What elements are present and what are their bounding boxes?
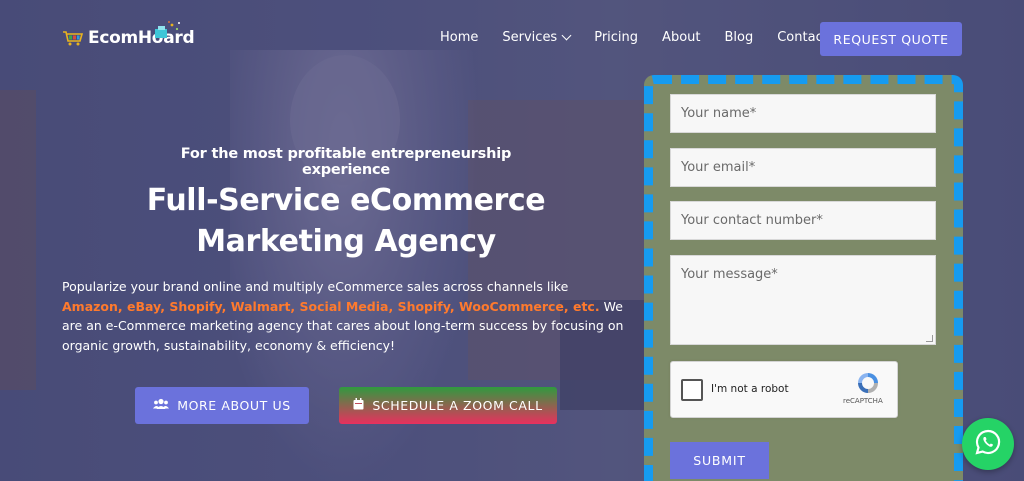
recaptcha-label: I'm not a robot xyxy=(711,383,789,395)
recaptcha-checkbox[interactable] xyxy=(681,379,703,401)
hero-headline: Full-Service eCommerce Marketing Agency xyxy=(120,180,572,262)
recaptcha-brand: reCAPTCHA xyxy=(843,397,883,405)
recaptcha-logo-icon xyxy=(855,370,881,396)
nav-item-services[interactable]: Services xyxy=(502,30,572,45)
hero-tagline: For the most profitable entrepreneurship… xyxy=(180,146,512,178)
logo-sparkle-icon xyxy=(154,20,184,42)
nav-label: About xyxy=(662,30,701,45)
resize-handle-icon[interactable] xyxy=(926,335,933,342)
desc-intro: Popularize your brand online and multipl… xyxy=(62,279,569,294)
nav-label: Services xyxy=(502,30,558,45)
nav-label: Blog xyxy=(724,30,754,45)
headline-line-1: Full-Service eCommerce xyxy=(146,183,546,218)
schedule-zoom-call-label: SCHEDULE A ZOOM CALL xyxy=(372,398,543,413)
nav-item-pricing[interactable]: Pricing xyxy=(594,30,638,45)
users-icon xyxy=(153,398,170,413)
request-quote-button[interactable]: REQUEST QUOTE xyxy=(820,22,962,56)
recaptcha-widget: I'm not a robot reCAPTCHA xyxy=(670,361,898,418)
nav-label: Home xyxy=(440,30,479,45)
nav-item-about[interactable]: About xyxy=(662,30,700,45)
more-about-us-label: MORE ABOUT US xyxy=(177,398,291,413)
whatsapp-button[interactable] xyxy=(962,418,1014,470)
schedule-zoom-call-button[interactable]: SCHEDULE A ZOOM CALL xyxy=(339,387,557,424)
main-nav: Home Services Pricing About Blog Contact xyxy=(440,30,852,45)
email-field[interactable]: Your email* xyxy=(670,148,936,187)
headline-line-2: Marketing Agency xyxy=(196,224,496,259)
shopping-cart-icon xyxy=(62,30,84,46)
chevron-down-icon xyxy=(561,30,572,41)
calendar-icon xyxy=(353,398,364,413)
name-field[interactable]: Your name* xyxy=(670,94,936,133)
name-placeholder: Your name* xyxy=(681,106,757,121)
email-placeholder: Your email* xyxy=(681,160,756,175)
submit-button[interactable]: SUBMIT xyxy=(670,442,769,479)
phone-field[interactable]: Your contact number* xyxy=(670,201,936,240)
nav-item-blog[interactable]: Blog xyxy=(724,30,753,45)
nav-item-home[interactable]: Home xyxy=(440,30,478,45)
phone-placeholder: Your contact number* xyxy=(681,213,823,228)
message-field[interactable]: Your message* xyxy=(670,255,936,345)
nav-label: Pricing xyxy=(594,30,639,45)
hero-description: Popularize your brand online and multipl… xyxy=(62,277,632,355)
message-placeholder: Your message* xyxy=(681,267,778,282)
desc-channels: Amazon, eBay, Shopify, Walmart, Social M… xyxy=(62,298,600,314)
whatsapp-icon xyxy=(974,428,1002,461)
more-about-us-button[interactable]: MORE ABOUT US xyxy=(135,387,309,424)
